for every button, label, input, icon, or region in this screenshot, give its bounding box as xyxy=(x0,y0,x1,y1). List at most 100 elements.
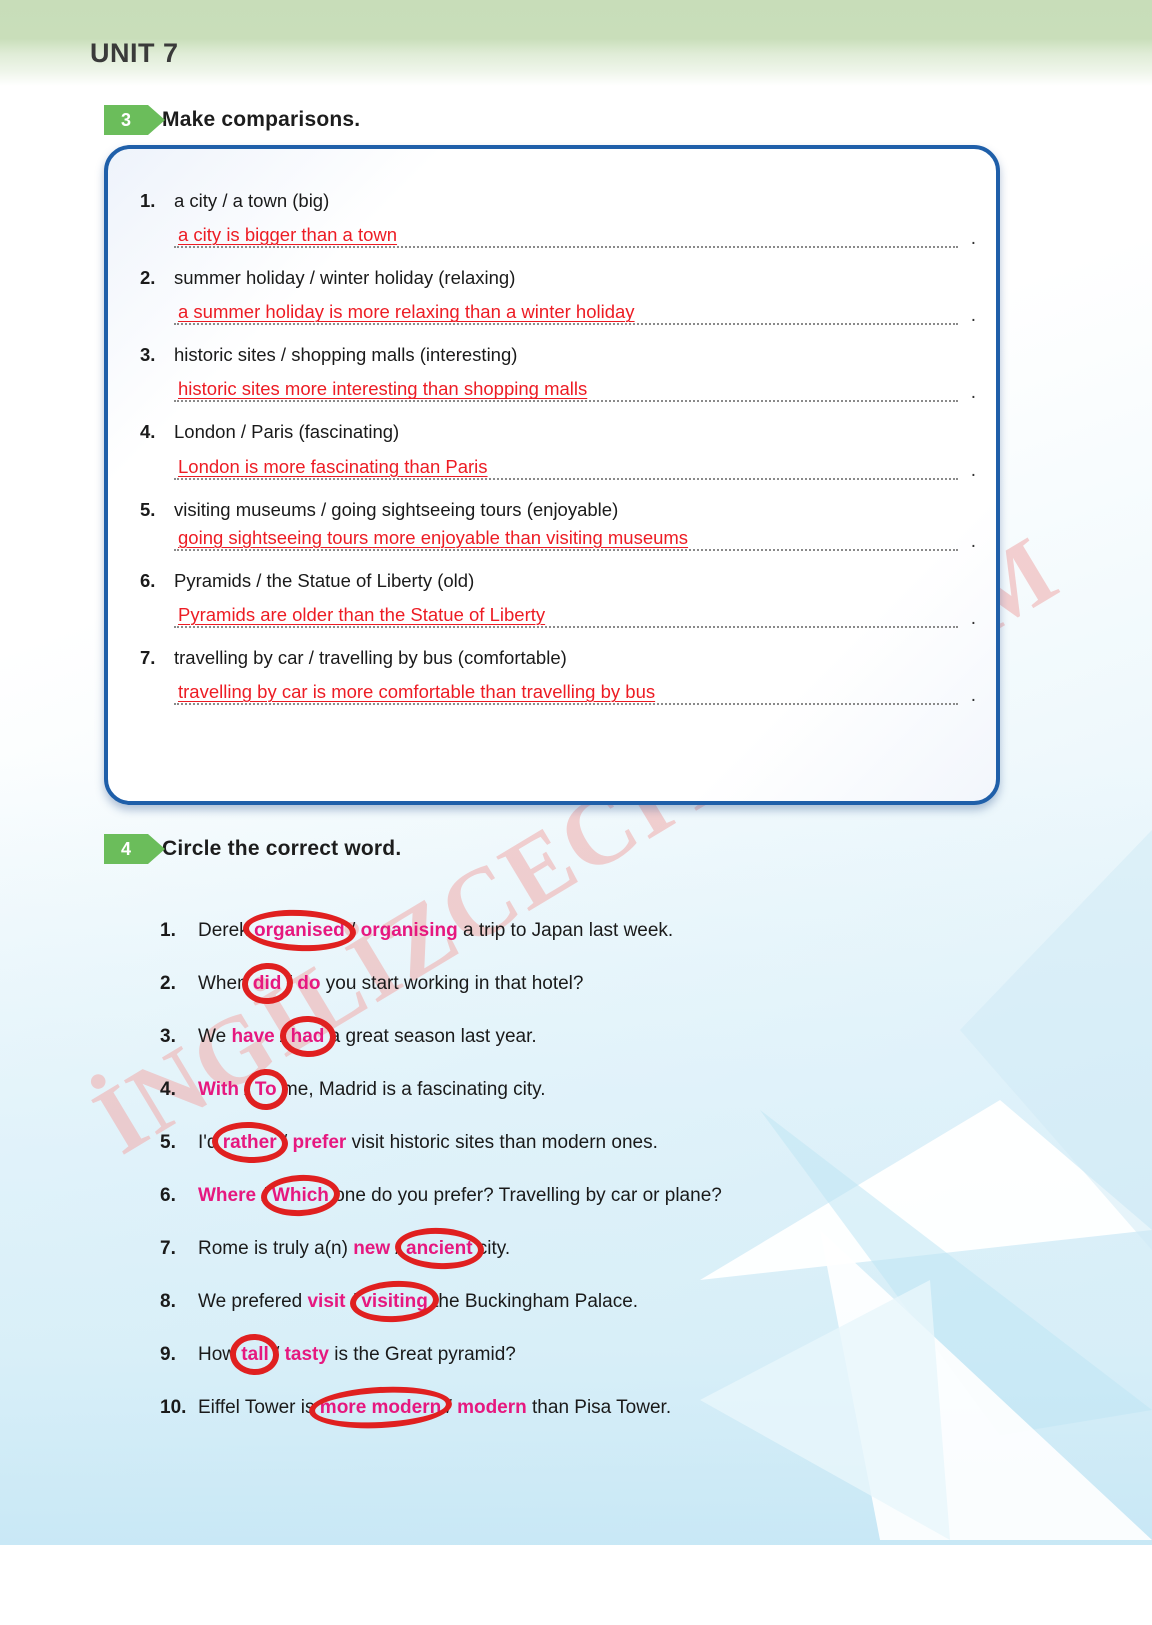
question-prompt: 6. Pyramids / the Statue of Liberty (old) xyxy=(140,569,970,592)
question-prompt: 3. historic sites / shopping malls (inter… xyxy=(140,343,970,366)
option-separator: / xyxy=(268,1344,285,1365)
option-b[interactable]: visiting xyxy=(361,1291,428,1312)
option-b[interactable]: had xyxy=(291,1026,325,1047)
item-number: 6. xyxy=(160,1185,176,1206)
question-item: 4. London / Paris (fascinating) London is… xyxy=(140,420,976,484)
option-separator: / xyxy=(441,1397,458,1418)
option-separator: / xyxy=(345,1291,362,1312)
answer-row[interactable]: a summer holiday is more relaxing than a… xyxy=(174,293,976,329)
multiple-choice-item: 1. Derek organised / organising a trip to… xyxy=(160,920,1060,973)
answer-row[interactable]: historic sites more interesting than sho… xyxy=(174,370,976,406)
item-number: 1. xyxy=(160,920,176,941)
exercise-3-heading: 3 Make comparisons. xyxy=(104,105,360,135)
exercise-3-question-list: 1. a city / a town (big) a city is bigger… xyxy=(140,189,976,723)
answer-row[interactable]: travelling by car is more comfortable th… xyxy=(174,673,976,709)
item-text-before: Derek xyxy=(198,920,254,941)
option-b[interactable]: organising xyxy=(361,920,458,941)
option-b[interactable]: prefer xyxy=(292,1132,346,1153)
item-text-after: than Pisa Tower. xyxy=(526,1397,672,1418)
item-text-before: Rome is truly a(n) xyxy=(198,1238,354,1259)
question-prompt: 5. visiting museums / going sightseeing t… xyxy=(140,498,970,521)
item-text-before: When xyxy=(198,973,253,994)
question-text: a city / a town (big) xyxy=(174,190,330,211)
answer-row[interactable]: going sightseeing tours more enjoyable t… xyxy=(174,519,976,555)
item-text-before: I'd xyxy=(198,1132,223,1153)
item-text-after: is the Great pyramid? xyxy=(328,1344,516,1365)
answer-line xyxy=(174,477,958,480)
question-number: 4. xyxy=(140,421,156,443)
question-prompt: 7. travelling by car / travelling by bus … xyxy=(140,646,970,669)
answer-end-period: . xyxy=(970,382,976,404)
answer-row[interactable]: London is more fascinating than Paris . xyxy=(174,448,976,484)
item-number: 4. xyxy=(160,1079,176,1100)
item-text-after: me, Madrid is a fascinating city. xyxy=(276,1079,546,1100)
question-number: 3. xyxy=(140,344,156,366)
item-text-after: one do you prefer? Travelling by car or … xyxy=(328,1185,722,1206)
option-a[interactable]: have xyxy=(231,1026,274,1047)
answer-end-period: . xyxy=(970,305,976,327)
item-text-after: you start working in that hotel? xyxy=(320,973,584,994)
answer-row[interactable]: a city is bigger than a town . xyxy=(174,216,976,252)
question-number: 7. xyxy=(140,646,156,668)
option-b[interactable]: Which xyxy=(272,1185,329,1206)
option-separator: / xyxy=(390,1238,406,1259)
answer-end-period: . xyxy=(970,228,976,250)
option-separator: / xyxy=(276,1132,293,1153)
exercise-4-heading: 4 Circle the correct word. xyxy=(104,834,401,864)
option-a[interactable]: organised xyxy=(254,920,345,941)
option-a[interactable]: new xyxy=(353,1238,390,1259)
option-separator: / xyxy=(274,1026,291,1047)
multiple-choice-item: 6. Where / Which one do you prefer? Trave… xyxy=(160,1185,1060,1238)
answer-line xyxy=(174,246,958,249)
question-item: 3. historic sites / shopping malls (inter… xyxy=(140,343,976,406)
answer-text: historic sites more interesting than sho… xyxy=(178,378,588,400)
exercise-4-title: Circle the correct word. xyxy=(162,837,402,860)
page-header: UNIT 7 xyxy=(0,0,1152,86)
option-b[interactable]: To xyxy=(255,1079,277,1100)
option-separator: / xyxy=(256,1185,272,1206)
item-text-after: visit historic sites than modern ones. xyxy=(346,1132,658,1153)
question-number: 1. xyxy=(140,190,156,211)
question-text: travelling by car / travelling by bus (c… xyxy=(174,646,567,668)
question-item: 6. Pyramids / the Statue of Liberty (old)… xyxy=(140,569,976,632)
question-number: 6. xyxy=(140,569,156,591)
item-text-after: a great season last year. xyxy=(324,1026,537,1047)
option-b[interactable]: ancient xyxy=(406,1238,473,1259)
option-b[interactable]: modern xyxy=(457,1397,527,1418)
option-a[interactable]: visit xyxy=(307,1291,345,1312)
item-text-after: a trip to Japan last week. xyxy=(457,920,674,941)
answer-end-period: . xyxy=(970,607,976,629)
exercise-4-question-list: 1. Derek organised / organising a trip to… xyxy=(160,907,1060,1450)
question-text: summer holiday / winter holiday (relaxin… xyxy=(174,267,516,289)
answer-text: travelling by car is more comfortable th… xyxy=(178,680,656,702)
option-a[interactable]: more modern xyxy=(320,1397,441,1418)
answer-line xyxy=(174,548,958,551)
multiple-choice-item: 8. We prefered visit / visiting the Bucki… xyxy=(160,1291,1060,1344)
question-prompt: 1. a city / a town (big) xyxy=(140,189,970,212)
multiple-choice-item: 9. How tall / tasty is the Great pyramid? xyxy=(160,1344,1060,1397)
option-separator: / xyxy=(281,973,298,994)
question-prompt: 4. London / Paris (fascinating) xyxy=(140,420,970,443)
answer-text: going sightseeing tours more enjoyable t… xyxy=(178,526,689,548)
question-text: visiting museums / going sightseeing tou… xyxy=(174,498,619,520)
exercise-4-number-badge: 4 xyxy=(104,834,165,864)
option-a[interactable]: Where xyxy=(198,1185,256,1206)
option-a[interactable]: tall xyxy=(241,1344,268,1365)
multiple-choice-item: 5. I'd rather / prefer visit historic sit… xyxy=(160,1132,1060,1185)
option-a[interactable]: did xyxy=(253,973,282,994)
answer-line xyxy=(174,625,958,628)
option-b[interactable]: do xyxy=(297,973,320,994)
option-a[interactable]: With xyxy=(198,1079,239,1100)
question-number: 2. xyxy=(140,267,156,289)
question-number: 5. xyxy=(140,498,156,520)
item-number: 5. xyxy=(160,1132,176,1153)
answer-text: Pyramids are older than the Statue of Li… xyxy=(178,603,546,625)
answer-text: a city is bigger than a town xyxy=(178,224,398,246)
question-item: 5. visiting museums / going sightseeing t… xyxy=(140,498,976,555)
option-a[interactable]: rather xyxy=(223,1132,277,1153)
answer-row[interactable]: Pyramids are older than the Statue of Li… xyxy=(174,596,976,632)
unit-title: UNIT 7 xyxy=(90,38,179,68)
option-b[interactable]: tasty xyxy=(285,1344,329,1365)
multiple-choice-item: 7. Rome is truly a(n) new / ancient city. xyxy=(160,1238,1060,1291)
item-number: 10. xyxy=(160,1397,187,1418)
